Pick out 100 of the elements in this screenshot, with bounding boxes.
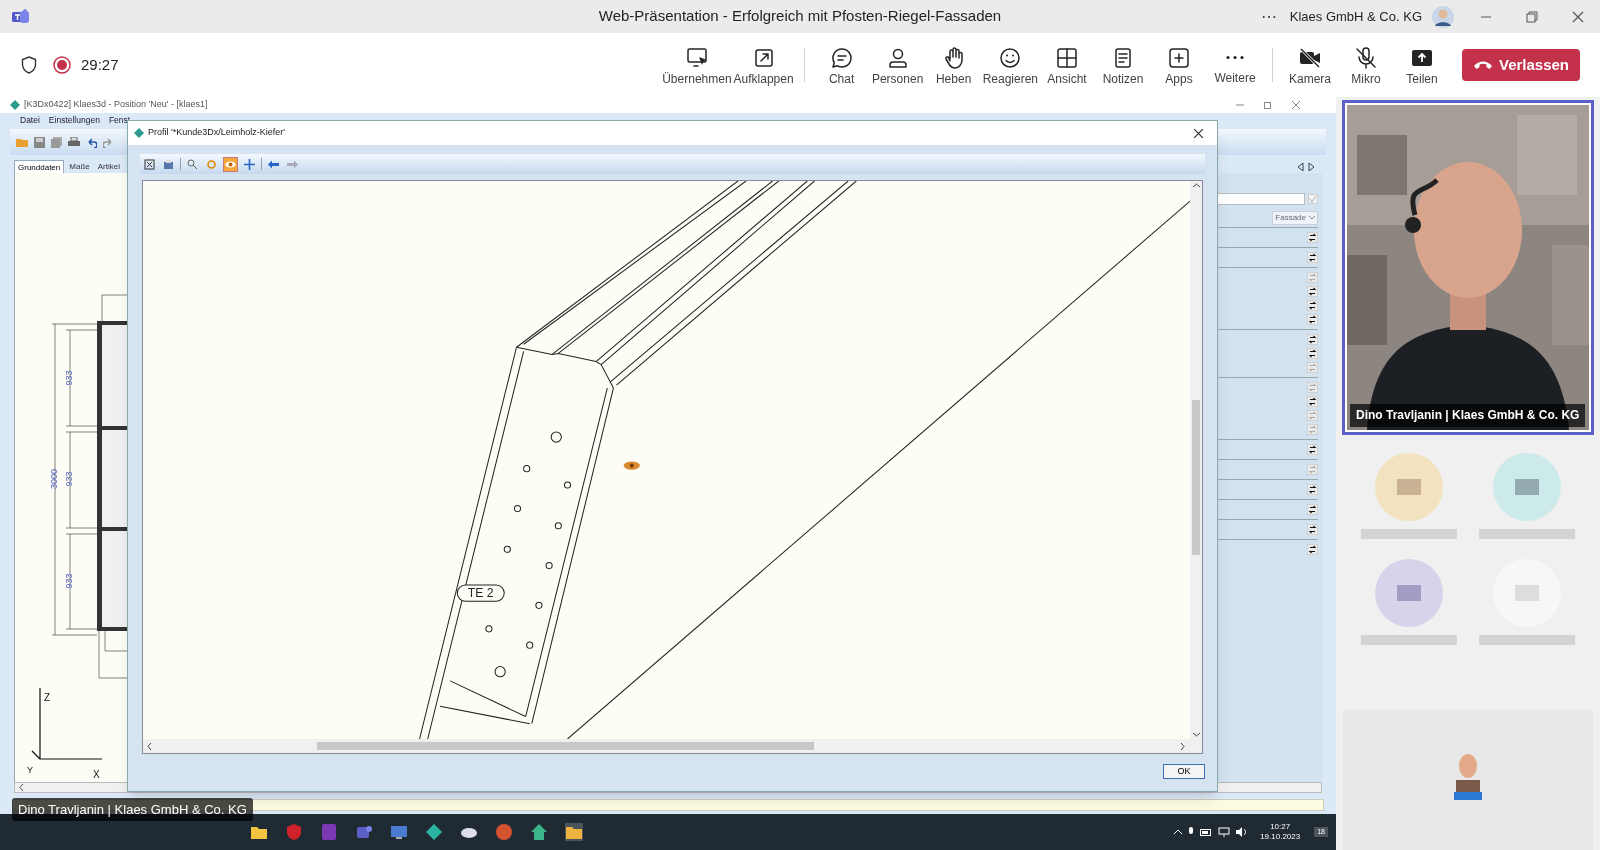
presenter-name-label: Dino Travljanin | Klaes GmbH & Co. KG <box>12 798 253 821</box>
undo-icon[interactable] <box>86 136 97 148</box>
refresh-button[interactable] <box>1307 300 1318 311</box>
monitor-icon[interactable] <box>390 823 408 841</box>
screen-pointer-icon <box>684 45 709 70</box>
dialog-title: Profil '*Kunde3Dx/Leimholz-Kiefer' <box>148 126 285 140</box>
left-arrow-icon[interactable] <box>1298 163 1304 171</box>
meeting-timer: 29:27 <box>81 54 119 75</box>
toolbar-button[interactable]: Heben <box>925 37 982 93</box>
phone-hangup-icon <box>1472 60 1493 70</box>
avatar-icon[interactable] <box>1432 5 1454 28</box>
input-field[interactable] <box>1215 193 1305 205</box>
scroll-left-icon[interactable] <box>19 784 24 791</box>
scrollbar-thumb[interactable] <box>317 742 814 750</box>
refresh-button[interactable] <box>1307 314 1318 325</box>
tab[interactable]: Grunddaten <box>14 160 65 173</box>
refresh-button[interactable] <box>1307 348 1318 359</box>
fit-icon[interactable] <box>142 156 157 172</box>
avatar-icon <box>1375 559 1443 627</box>
refresh-button[interactable] <box>1307 286 1318 297</box>
more-options-button[interactable]: ⋯ <box>1260 4 1277 29</box>
avatar-icon <box>1375 453 1443 521</box>
refresh-button[interactable] <box>1307 504 1318 515</box>
toolbar-button[interactable]: Teilen <box>1394 37 1450 93</box>
toolbar-button[interactable]: Personen <box>869 37 926 93</box>
mic-icon[interactable] <box>1188 827 1195 837</box>
toolbar-button[interactable]: Notizen <box>1095 37 1151 93</box>
restore-icon[interactable] <box>1526 10 1538 23</box>
teams-logo-icon <box>12 8 30 25</box>
save-icon[interactable] <box>34 136 45 148</box>
close-icon[interactable] <box>1572 10 1584 23</box>
axis-label: Y <box>27 765 33 775</box>
dropdown[interactable]: Fassade <box>1272 211 1318 225</box>
toolbar-button[interactable]: Chat <box>813 37 870 93</box>
refresh-button[interactable] <box>1307 232 1318 243</box>
refresh-button[interactable] <box>1307 544 1318 555</box>
plus-icon <box>1167 45 1191 70</box>
dimension-value: 933 <box>64 471 74 487</box>
toolbar-button[interactable]: Aufklappen <box>732 37 795 93</box>
toolbar-button[interactable]: Mikro <box>1338 37 1394 93</box>
move-icon[interactable] <box>242 156 257 172</box>
refresh-button[interactable] <box>1307 252 1318 263</box>
close-icon[interactable] <box>1194 128 1203 138</box>
restore-icon[interactable] <box>1264 101 1272 109</box>
house-icon[interactable] <box>530 823 548 841</box>
more-icon <box>1225 55 1245 60</box>
dimension-value: 3000 <box>49 469 59 489</box>
toolbar-button[interactable]: Apps <box>1151 37 1207 93</box>
checkbox[interactable] <box>1308 194 1318 204</box>
toolbar-button[interactable]: Reagieren <box>981 37 1039 93</box>
menu-item[interactable]: Einstellungen <box>48 113 100 127</box>
camera-off-icon <box>1298 45 1322 70</box>
eye-icon <box>623 461 640 470</box>
toolbar-button[interactable]: Weitere <box>1207 37 1263 93</box>
avatar-icon <box>1493 559 1561 627</box>
ok-button[interactable]: OK <box>1163 764 1205 779</box>
clock-date[interactable]: 19.10.2023 <box>1260 832 1301 842</box>
scroll-right-icon[interactable] <box>1180 742 1185 750</box>
tab[interactable]: Maße <box>66 160 93 173</box>
toolbar-button[interactable]: Kamera <box>1282 37 1338 93</box>
toolbar-button[interactable]: Übernehmen <box>661 37 733 93</box>
scroll-up-icon[interactable] <box>1192 183 1200 188</box>
people-icon[interactable] <box>355 823 373 841</box>
axis-label: Z <box>44 692 51 703</box>
clock-time[interactable]: 10:27 <box>1270 822 1291 832</box>
shield-icon[interactable] <box>21 56 37 74</box>
diamond-icon[interactable] <box>425 823 443 841</box>
part-label: TE 2 <box>467 586 494 601</box>
menu-item[interactable]: Datei <box>20 113 40 127</box>
dimension-value: 933 <box>64 573 74 589</box>
refresh-button[interactable] <box>1307 444 1318 455</box>
folder-icon[interactable] <box>565 823 583 841</box>
leave-button[interactable]: Verlassen <box>1462 49 1580 81</box>
speaker-icon[interactable] <box>1236 827 1249 837</box>
window-title: Web-Präsentation - Erfolgreich mit Pfosten-Riegel-Fassaden <box>597 6 1003 27</box>
avatar-icon <box>1493 453 1561 521</box>
battery-icon[interactable] <box>1200 828 1213 836</box>
network-icon[interactable] <box>1218 827 1231 837</box>
tab[interactable]: Artikel <box>94 160 123 173</box>
right-arrow-icon[interactable] <box>1308 163 1314 171</box>
scrollbar-thumb[interactable] <box>1192 400 1200 555</box>
scroll-left-icon[interactable] <box>147 742 152 750</box>
refresh-button[interactable] <box>1307 484 1318 495</box>
eye-icon[interactable] <box>223 156 238 172</box>
toolbar-button[interactable]: Ansicht <box>1039 37 1095 93</box>
magnifier-icon[interactable] <box>185 156 200 172</box>
chevron-down-icon <box>1309 216 1315 220</box>
refresh-button[interactable] <box>1307 396 1318 407</box>
print-icon[interactable] <box>68 136 80 148</box>
grid-icon <box>1055 45 1079 70</box>
mic-off-icon <box>1354 45 1378 70</box>
chevron-up-icon[interactable] <box>1174 829 1183 835</box>
circle-icon[interactable] <box>495 823 513 841</box>
scroll-down-icon[interactable] <box>1192 732 1200 737</box>
app-title: [K3Dx0422] Klaes3d - Position 'Neu' - [klaes1] <box>24 98 208 112</box>
diamond-icon <box>134 128 144 138</box>
chat-icon <box>829 45 854 70</box>
diamond-icon <box>10 100 20 110</box>
refresh-button[interactable] <box>1307 524 1318 535</box>
refresh-button[interactable] <box>1307 334 1318 345</box>
